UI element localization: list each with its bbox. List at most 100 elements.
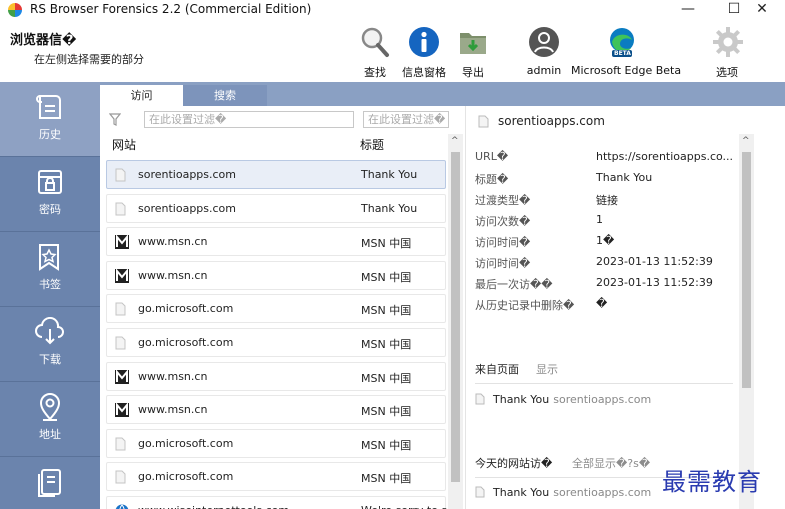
scroll-up-icon[interactable]: ^ xyxy=(451,136,459,146)
page-icon xyxy=(478,115,489,128)
title-filter-input[interactable]: 在此设置过滤� xyxy=(363,111,449,128)
table-row[interactable]: www.msn.cn MSN 中国 xyxy=(106,361,446,391)
sidebar-item-label: 书签 xyxy=(39,278,61,291)
watermark: 最需教育 xyxy=(662,468,762,496)
history-list: sorentioapps.com Thank You sorentioapps.co… xyxy=(100,156,448,509)
list-scrollbar[interactable]: ^ xyxy=(448,134,463,509)
filter-icon xyxy=(109,113,121,126)
password-icon xyxy=(38,170,62,194)
page-icon xyxy=(115,302,127,316)
tab-visits[interactable]: 访问 xyxy=(100,85,183,106)
sidebar-item-downloads[interactable]: 下载 xyxy=(0,307,100,382)
user-avatar-icon xyxy=(528,26,560,58)
column-header-url[interactable]: 网站 xyxy=(112,136,136,153)
table-row[interactable]: go.microsoft.com MSN 中国 xyxy=(106,462,446,492)
table-row[interactable]: www.msn.cn MSN 中国 xyxy=(106,395,446,425)
from-page-show-link[interactable]: 显示 xyxy=(536,361,558,377)
today-item-title: Thank You xyxy=(493,486,550,499)
scroll-up-icon[interactable]: ^ xyxy=(742,136,750,146)
today-item-url: sorentioapps.com xyxy=(553,486,652,499)
document-icon xyxy=(38,469,61,497)
property-label: 标题� xyxy=(475,173,509,186)
toolbar: 浏览器信� 在左侧选择需要的部分 查找 信息窗格 导出 admin BETA M… xyxy=(0,20,785,82)
sidebar-item-passwords[interactable]: 密码 xyxy=(0,157,100,232)
bookmark-icon xyxy=(39,244,59,271)
from-page-item-title: Thank You xyxy=(493,393,550,406)
row-url: sorentioapps.com xyxy=(138,168,237,181)
row-title: MSN 中国 xyxy=(361,472,412,486)
from-page-item[interactable]: Thank You sorentioapps.com xyxy=(475,393,651,406)
export-button[interactable]: 导出 xyxy=(457,26,489,80)
property-label: 访问时间� xyxy=(475,257,531,270)
table-row[interactable]: go.microsoft.com MSN 中国 xyxy=(106,428,446,458)
tab-bar: 访问 搜索 xyxy=(100,82,785,106)
detail-scrollbar[interactable]: ^ xyxy=(739,134,754,509)
today-visits-title: 今天的网站访� xyxy=(475,457,553,470)
page-icon xyxy=(115,168,127,182)
sidebar: 历史 密码 书签 下载 地址 xyxy=(0,82,100,509)
table-row[interactable]: www.wiseinternettools.com We're sorry to … xyxy=(106,496,448,509)
detail-panel: sorentioapps.com URL� https://sorentioapp… xyxy=(465,106,785,509)
beta-badge: BETA xyxy=(614,50,631,57)
row-url: www.msn.cn xyxy=(138,235,208,249)
detail-header: sorentioapps.com xyxy=(498,114,605,128)
list-scrollbar-thumb[interactable] xyxy=(451,152,460,482)
table-row[interactable]: sorentioapps.com Thank You xyxy=(106,160,446,189)
sidebar-item-label: 下载 xyxy=(39,353,61,366)
property-label: 过渡类型� xyxy=(475,194,531,207)
property-value: 1 xyxy=(596,213,603,226)
sidebar-item-label: 地址 xyxy=(39,428,61,441)
user-button[interactable]: admin xyxy=(525,26,563,77)
property-value: � xyxy=(596,297,608,310)
find-button[interactable]: 查找 xyxy=(359,26,391,80)
table-row[interactable]: www.msn.cn MSN 中国 xyxy=(106,260,446,290)
property-label: 访问时间� xyxy=(475,236,531,249)
sidebar-item-documents[interactable] xyxy=(0,457,100,509)
property-value: 链接 xyxy=(596,194,618,207)
page-icon xyxy=(115,336,127,350)
table-row[interactable]: sorentioapps.com Thank You xyxy=(106,193,446,223)
row-title: We're sorry to se xyxy=(361,504,448,509)
property-label: URL� xyxy=(475,150,509,163)
row-title: MSN 中国 xyxy=(361,338,412,351)
location-icon xyxy=(39,393,61,421)
row-url: sorentioapps.com xyxy=(138,201,237,215)
property-value: 2023-01-13 11:52:39 xyxy=(596,255,713,268)
sidebar-item-label: 密码 xyxy=(39,203,61,216)
app-logo-icon xyxy=(8,3,22,17)
info-icon xyxy=(408,26,440,58)
table-row[interactable]: go.microsoft.com MSN 中国 xyxy=(106,294,446,324)
sidebar-item-bookmarks[interactable]: 书签 xyxy=(0,232,100,307)
property-label: 访问次数� xyxy=(475,215,531,228)
info-pane-button[interactable]: 信息窗格 xyxy=(399,26,449,80)
property-value: 2023-01-13 11:52:39 xyxy=(596,276,713,289)
gear-icon xyxy=(712,26,744,58)
today-show-all-link[interactable]: 全部显示�?s� xyxy=(572,455,650,471)
row-title: MSN 中国 xyxy=(361,438,412,452)
row-title: MSN 中国 xyxy=(361,405,412,419)
sidebar-item-addresses[interactable]: 地址 xyxy=(0,382,100,457)
page-icon xyxy=(115,470,127,484)
minimize-button-hit[interactable] xyxy=(666,0,712,20)
column-header-title[interactable]: 标题 xyxy=(360,136,384,153)
property-label: 从历史记录中删除� xyxy=(475,299,575,312)
row-url: www.wiseinternettools.com xyxy=(138,504,289,509)
msn-icon xyxy=(115,402,129,418)
options-label: 选项 xyxy=(716,66,738,79)
today-item[interactable]: Thank You sorentioapps.com xyxy=(475,486,651,499)
table-row[interactable]: www.msn.cn MSN 中国 xyxy=(106,227,446,257)
row-url: www.msn.cn xyxy=(138,369,208,383)
table-row[interactable]: go.microsoft.com MSN 中国 xyxy=(106,328,446,357)
edge-beta-icon: BETA xyxy=(606,26,638,58)
detail-scrollbar-thumb[interactable] xyxy=(742,152,751,388)
user-label: admin xyxy=(526,64,562,77)
options-button[interactable]: 选项 xyxy=(712,26,744,80)
property-value: 1� xyxy=(596,234,615,247)
url-filter-input[interactable]: 在此设置过滤� xyxy=(144,111,354,128)
from-page-title: 来自页面 xyxy=(475,363,519,376)
filter-row: 在此设置过滤� 在此设置过滤� xyxy=(100,106,465,134)
sidebar-item-history[interactable]: 历史 xyxy=(0,82,100,157)
tab-searches[interactable]: 搜索 xyxy=(183,85,267,106)
close-button[interactable]: ✕ xyxy=(739,0,785,20)
browser-select-button[interactable]: BETA Microsoft Edge Beta xyxy=(571,26,681,77)
